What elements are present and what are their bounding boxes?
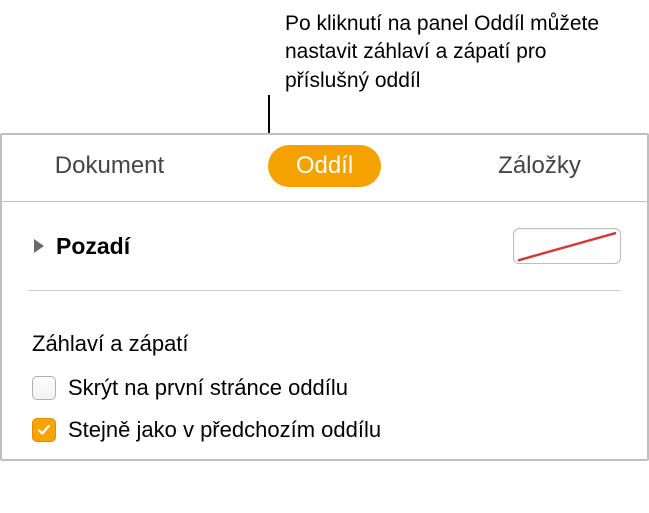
panel-body: Pozadí Záhlaví a zápatí Skrýt na první s… (2, 202, 647, 443)
inspector-panel: Dokument Oddíl Záložky Pozadí Záhlaví a … (0, 133, 649, 461)
same-previous-checkbox[interactable] (32, 418, 56, 442)
background-row: Pozadí (28, 202, 621, 291)
no-fill-icon (514, 229, 620, 264)
same-previous-row: Stejně jako v předchozím oddílu (28, 417, 621, 443)
background-row-left: Pozadí (34, 233, 130, 260)
tab-document[interactable]: Dokument (2, 152, 217, 180)
tab-bookmarks[interactable]: Záložky (432, 152, 647, 180)
disclosure-triangle-icon[interactable] (34, 239, 44, 253)
hide-first-page-row: Skrýt na první stránce oddílu (28, 375, 621, 401)
background-label: Pozadí (56, 233, 130, 260)
same-previous-label: Stejně jako v předchozím oddílu (68, 417, 381, 443)
background-color-well[interactable] (513, 228, 621, 264)
checkmark-icon (37, 423, 51, 437)
hide-first-page-checkbox[interactable] (32, 376, 56, 400)
hide-first-page-label: Skrýt na první stránce oddílu (68, 375, 348, 401)
tabs-bar: Dokument Oddíl Záložky (2, 135, 647, 202)
tab-section-label: Oddíl (268, 145, 381, 187)
headers-footers-title: Záhlaví a zápatí (28, 331, 621, 357)
tab-section[interactable]: Oddíl (217, 145, 432, 187)
annotation-text: Po kliknutí na panel Oddíl můžete nastav… (285, 10, 625, 95)
